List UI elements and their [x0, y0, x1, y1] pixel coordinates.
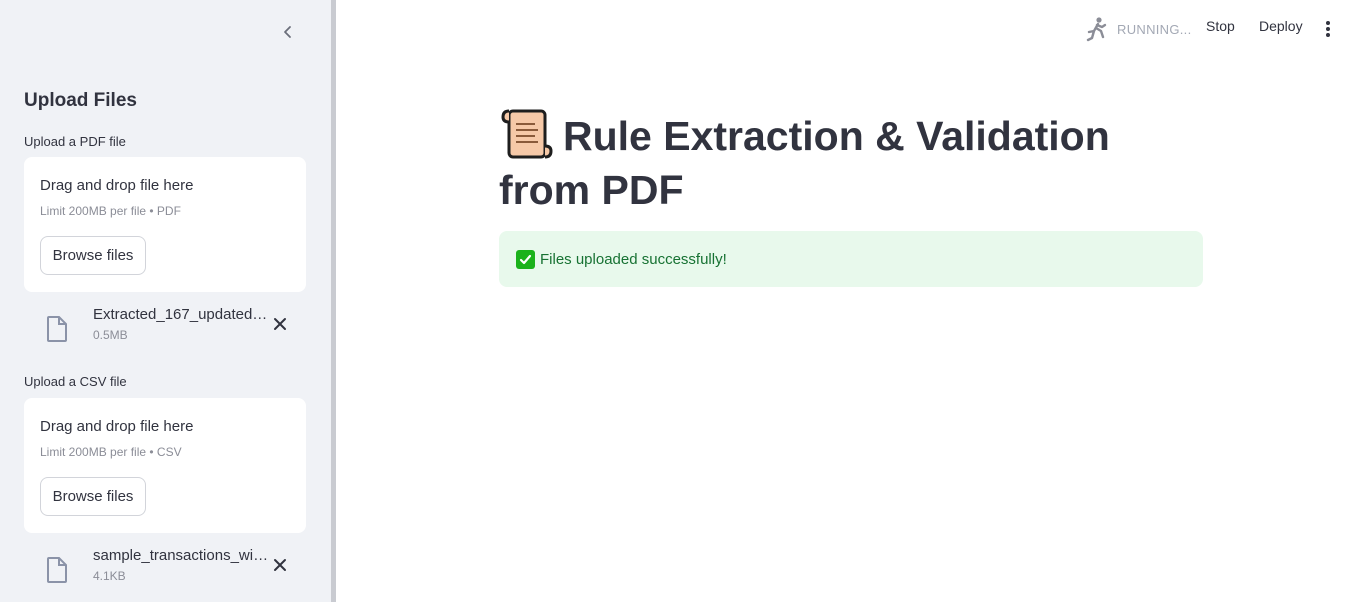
pdf-browse-button[interactable]: Browse files: [40, 236, 146, 275]
csv-drop-text: Drag and drop file here: [40, 418, 194, 435]
csv-uploader-label: Upload a CSV file: [24, 374, 127, 389]
csv-uploaded-file: sample_transactions_with_violations.csv …: [24, 547, 306, 591]
pdf-dropzone[interactable]: Drag and drop file here Limit 200MB per …: [24, 157, 306, 292]
csv-browse-button[interactable]: Browse files: [40, 477, 146, 516]
sidebar-resize-handle[interactable]: [331, 0, 336, 602]
page-title: Rule Extraction & Validation from PDF: [499, 108, 1159, 217]
success-alert: Files uploaded successfully!: [499, 231, 1203, 287]
success-alert-text: Files uploaded successfully!: [540, 250, 727, 268]
file-icon: [47, 557, 67, 583]
close-icon: [274, 559, 286, 571]
pdf-remove-file-button[interactable]: [270, 314, 290, 334]
page-title-text: Rule Extraction & Validation from PDF: [499, 113, 1110, 213]
scroll-icon: [501, 109, 553, 159]
stop-button[interactable]: Stop: [1206, 18, 1235, 34]
collapse-sidebar-button[interactable]: [276, 20, 300, 44]
running-status: RUNNING...: [1086, 16, 1192, 42]
pdf-drop-text: Drag and drop file here: [40, 177, 194, 194]
more-vertical-icon: [1326, 21, 1330, 37]
pdf-limit-text: Limit 200MB per file • PDF: [40, 204, 181, 218]
pdf-file-size: 0.5MB: [93, 328, 128, 342]
sidebar: Upload Files Upload a PDF file Drag and …: [0, 0, 331, 602]
pdf-file-name: Extracted_167_updated_rules.pdf: [93, 306, 269, 323]
file-icon: [47, 316, 67, 342]
running-man-icon: [1086, 17, 1107, 42]
deploy-button[interactable]: Deploy: [1259, 18, 1303, 34]
pdf-uploaded-file: Extracted_167_updated_rules.pdf 0.5MB: [24, 306, 306, 350]
csv-file-size: 4.1KB: [93, 569, 126, 583]
pdf-uploader-label: Upload a PDF file: [24, 134, 126, 149]
check-mark-icon: [516, 249, 535, 269]
running-status-text: RUNNING...: [1117, 21, 1192, 37]
csv-limit-text: Limit 200MB per file • CSV: [40, 445, 182, 459]
close-icon: [274, 318, 286, 330]
csv-dropzone[interactable]: Drag and drop file here Limit 200MB per …: [24, 398, 306, 533]
csv-remove-file-button[interactable]: [270, 555, 290, 575]
sidebar-title: Upload Files: [24, 90, 137, 111]
chevron-left-icon: [284, 26, 291, 38]
csv-file-name: sample_transactions_with_violations.csv: [93, 547, 269, 564]
main-menu-button[interactable]: [1318, 17, 1338, 41]
